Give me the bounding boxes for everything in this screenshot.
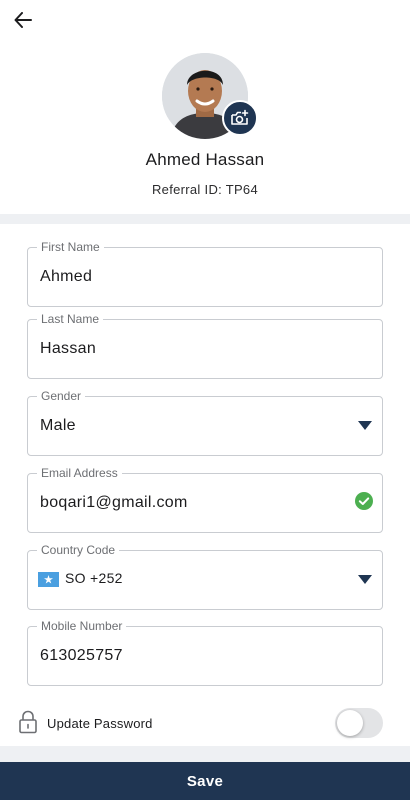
update-password-row: Update Password — [0, 700, 410, 746]
lock-icon — [19, 710, 37, 734]
email-field[interactable]: Email Address boqari1@gmail.com — [27, 466, 383, 533]
toggle-knob — [337, 710, 363, 736]
first-name-label: First Name — [37, 240, 104, 255]
mobile-number-value: 613025757 — [40, 647, 123, 664]
profile-header: Ahmed Hassan Referral ID: TP64 — [0, 0, 410, 214]
email-label: Email Address — [37, 466, 122, 481]
update-password-toggle[interactable] — [335, 708, 383, 738]
avatar-container — [162, 53, 258, 139]
last-name-field[interactable]: Last Name Hassan — [27, 312, 383, 379]
gender-value: Male — [40, 417, 76, 434]
update-password-label: Update Password — [47, 716, 153, 731]
user-name: Ahmed Hassan — [145, 150, 265, 169]
email-value: boqari1@gmail.com — [40, 494, 188, 511]
country-code-value: SO +252 — [65, 570, 123, 586]
camera-add-icon — [231, 109, 249, 125]
mobile-number-field[interactable]: Mobile Number 613025757 — [27, 619, 383, 686]
last-name-label: Last Name — [37, 312, 104, 327]
back-button[interactable] — [10, 8, 36, 32]
last-name-value: Hassan — [40, 340, 97, 357]
referral-id: Referral ID: TP64 — [151, 182, 258, 197]
first-name-value: Ahmed — [40, 268, 93, 285]
caret-down-icon[interactable] — [358, 575, 372, 584]
save-button[interactable]: Save — [0, 762, 410, 800]
gender-select[interactable]: Gender Male — [27, 389, 383, 456]
country-code-select[interactable]: Country Code SO +252 — [27, 543, 383, 610]
save-button-label: Save — [186, 772, 224, 790]
first-name-field[interactable]: First Name Ahmed — [27, 240, 383, 307]
mobile-number-label: Mobile Number — [37, 619, 127, 634]
gender-label: Gender — [37, 389, 86, 404]
country-code-label: Country Code — [37, 543, 120, 558]
caret-down-icon[interactable] — [358, 421, 372, 430]
change-photo-button[interactable] — [222, 100, 258, 136]
check-circle-icon — [355, 492, 373, 510]
arrow-left-icon — [14, 12, 32, 28]
somalia-flag-icon — [38, 572, 59, 587]
